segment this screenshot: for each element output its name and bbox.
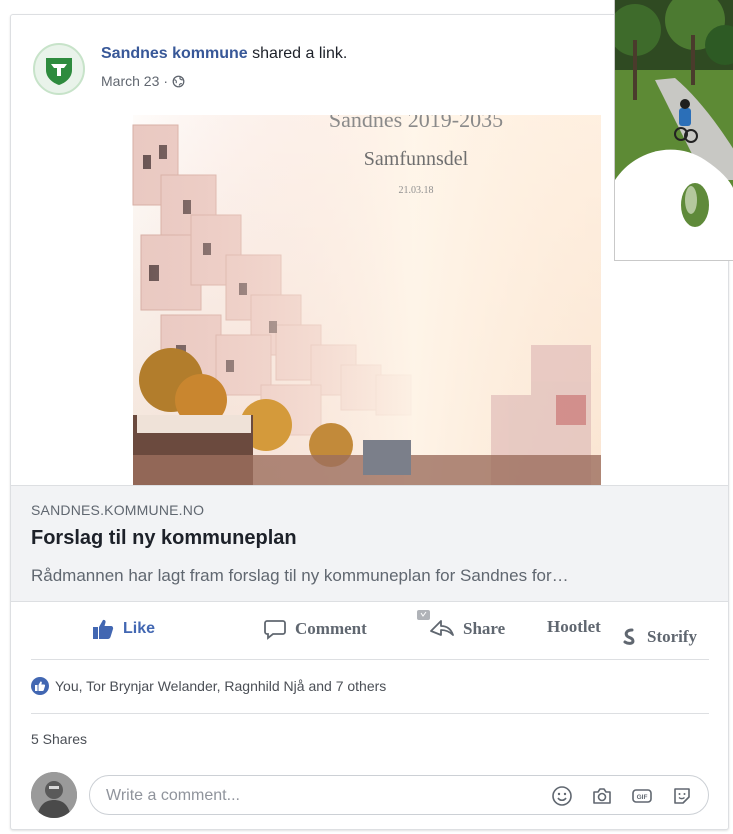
svg-text:GIF: GIF: [637, 794, 648, 801]
link-title[interactable]: Forslag til ny kommuneplan: [31, 527, 297, 550]
comment-button[interactable]: Comment: [263, 617, 367, 641]
post-date[interactable]: March 23: [101, 73, 159, 89]
cover-date: 21.03.18: [399, 185, 434, 196]
storify-button[interactable]: Storify: [621, 627, 697, 647]
reactions-divider: [31, 713, 709, 714]
share-icon: [417, 610, 454, 636]
hootlet-button[interactable]: Hootlet: [547, 617, 601, 637]
comment-input[interactable]: [104, 784, 528, 808]
actions-divider: [31, 659, 709, 660]
user-photo-icon: [31, 772, 77, 818]
link-domain: SANDNES.KOMMUNE.NO: [31, 502, 205, 518]
storify-icon: [623, 628, 635, 645]
cyclist-photo-overlay: [614, 0, 733, 261]
page-avatar[interactable]: [33, 43, 85, 95]
like-label: Like: [123, 620, 156, 637]
reactions-summary[interactable]: You, Tor Brynjar Welander, Ragnhild Njå …: [31, 677, 386, 695]
comment-icon: [264, 620, 286, 640]
thumbs-up-icon: [93, 619, 114, 639]
cover-subtitle: Samfunnsdel: [364, 148, 469, 170]
post-action-text: shared a link.: [247, 45, 348, 62]
hootlet-label: Hootlet: [547, 617, 601, 636]
like-button[interactable]: Like: [91, 617, 155, 641]
link-preview-box[interactable]: SANDNES.KOMMUNE.NO Forslag til ny kommun…: [11, 485, 728, 602]
comment-composer: GIF: [31, 771, 711, 819]
storify-label: Storify: [647, 627, 698, 646]
globe-icon[interactable]: [172, 75, 185, 88]
smiley-icon[interactable]: [550, 784, 574, 808]
post-meta: March 23 ·: [101, 73, 185, 89]
cover-heading: Sandnes 2019-2035: [329, 115, 503, 132]
share-button[interactable]: Share: [415, 609, 505, 641]
camera-icon[interactable]: [590, 784, 614, 808]
post-title: Sandnes kommune shared a link.: [101, 45, 347, 63]
shares-count[interactable]: 5 Shares: [31, 731, 87, 747]
page-name-link[interactable]: Sandnes kommune: [101, 45, 248, 62]
post-actions-bar: Like Comment Share Hootlet Storify: [11, 601, 728, 659]
meta-separator: ·: [163, 73, 169, 89]
gif-icon[interactable]: GIF: [630, 784, 654, 808]
comment-label: Comment: [295, 619, 367, 638]
cyclist-park-image: [615, 0, 733, 260]
sandnes-logo-icon: [46, 58, 72, 85]
thumbs-up-icon: [31, 677, 49, 695]
share-label: Share: [463, 619, 506, 638]
sticker-icon[interactable]: [670, 784, 694, 808]
avatar[interactable]: [31, 772, 77, 818]
comment-field-wrapper: GIF: [89, 775, 709, 815]
reactions-text: You, Tor Brynjar Welander, Ragnhild Njå …: [55, 678, 387, 694]
comment-input-icons: GIF: [550, 784, 694, 808]
link-description: Rådmannen har lagt fram forslag til ny k…: [31, 566, 569, 585]
